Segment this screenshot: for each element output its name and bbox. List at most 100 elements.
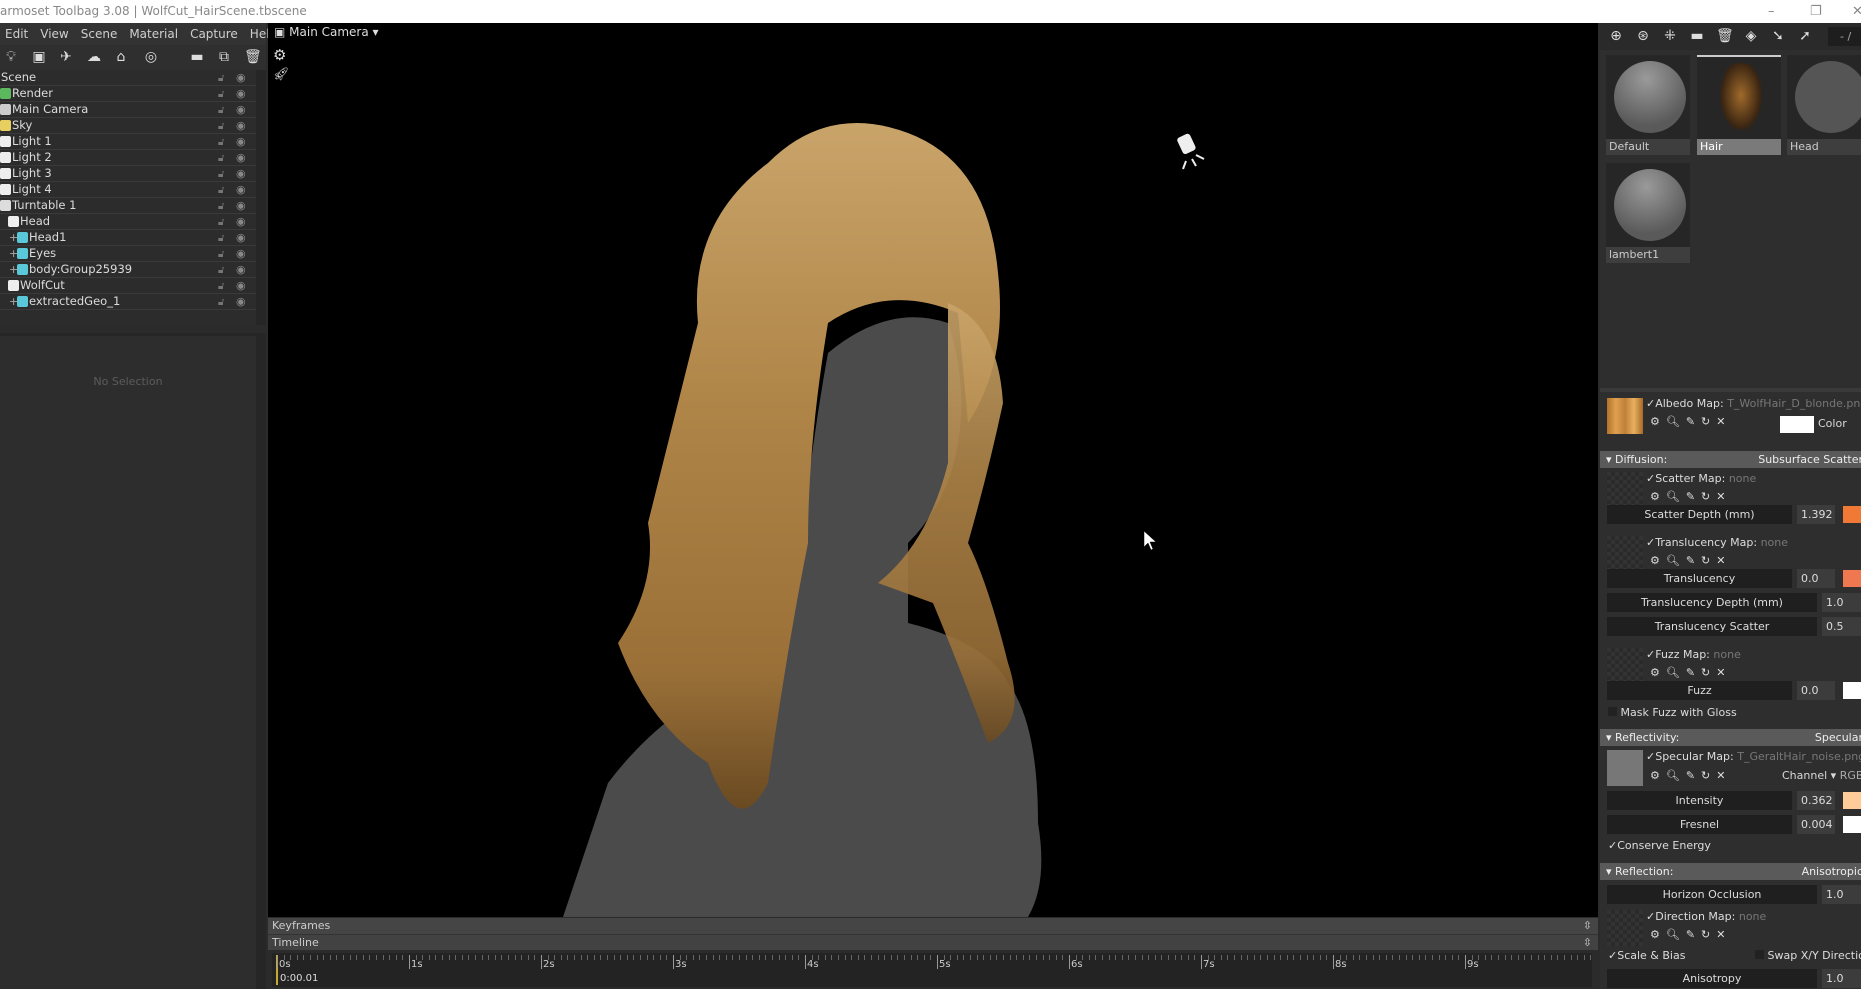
- translucency-map-tools[interactable]: ⚙🔍︎✎↻✕: [1650, 554, 1731, 567]
- visibility-eye-icon[interactable]: ◉: [236, 198, 246, 213]
- scale-bias-checkbox[interactable]: ✓Scale & Bias: [1608, 949, 1685, 962]
- reflection-header[interactable]: ▾ Reflection: Anisotropic: [1600, 863, 1861, 880]
- translucency-color-swatch[interactable]: [1843, 570, 1861, 587]
- direction-map-tools[interactable]: ⚙🔍︎✎↻✕: [1650, 928, 1731, 941]
- tree-item-eyes[interactable]: + Eyes 🔓︎ ◉: [0, 246, 256, 262]
- menu-scene[interactable]: Scene: [76, 27, 125, 41]
- minimize-button[interactable]: –: [1768, 0, 1775, 23]
- channel-dropdown[interactable]: Channel ▾ RGB: [1782, 769, 1861, 782]
- horizon-occlusion-value[interactable]: 1.0: [1822, 885, 1861, 904]
- viewport-tool-icon[interactable]: 🚀︎: [273, 67, 290, 82]
- material-lambert1[interactable]: lambert1: [1606, 163, 1690, 263]
- tree-item-sky[interactable]: Sky 🔓︎ ◉: [0, 118, 256, 134]
- tree-item-light-2[interactable]: Light 2 🔓︎ ◉: [0, 150, 256, 166]
- material-hair[interactable]: Hair: [1697, 55, 1781, 155]
- add-light-icon[interactable]: 💡︎: [3, 49, 19, 65]
- intensity-color-swatch[interactable]: [1843, 792, 1861, 809]
- menu-edit[interactable]: Edit: [0, 27, 35, 41]
- translucency-depth-slider[interactable]: Translucency Depth (mm): [1607, 593, 1817, 612]
- lock-icon[interactable]: 🔓︎: [218, 279, 224, 294]
- restore-button[interactable]: ❐: [1810, 0, 1822, 23]
- visibility-eye-icon[interactable]: ◉: [236, 102, 246, 117]
- lock-icon[interactable]: 🔓︎: [218, 183, 224, 198]
- assign-material-icon[interactable]: ◈: [1743, 28, 1759, 44]
- fuzz-value[interactable]: 0.0: [1797, 681, 1835, 700]
- material-head[interactable]: Head: [1787, 55, 1861, 155]
- translucency-depth-value[interactable]: 1.0: [1822, 593, 1861, 612]
- menu-capture[interactable]: Capture: [185, 27, 245, 41]
- tree-item-render[interactable]: Render 🔓︎ ◉: [0, 86, 256, 102]
- visibility-eye-icon[interactable]: ◉: [236, 278, 246, 293]
- visibility-eye-icon[interactable]: ◉: [236, 70, 246, 85]
- visibility-eye-icon[interactable]: ◉: [236, 246, 246, 261]
- horizon-occlusion-slider[interactable]: Horizon Occlusion: [1607, 885, 1817, 904]
- duplicate-icon[interactable]: ⧉: [216, 49, 232, 65]
- viewport-settings-icon[interactable]: ⚙: [273, 46, 286, 64]
- intensity-value[interactable]: 0.362: [1797, 791, 1835, 810]
- visibility-eye-icon[interactable]: ◉: [236, 166, 246, 181]
- tree-item-body-group25939[interactable]: + body:Group25939 🔓︎ ◉: [0, 262, 256, 278]
- visibility-eye-icon[interactable]: ◉: [236, 294, 246, 309]
- fuzz-map-thumbnail[interactable]: [1607, 648, 1643, 684]
- new-material-icon[interactable]: ⊕: [1608, 28, 1624, 44]
- diffusion-header[interactable]: ▾ Diffusion: Subsurface Scatter: [1600, 451, 1861, 468]
- swap-xy-checkbox[interactable]: Swap X/Y Direction: [1755, 949, 1861, 962]
- tree-item-head[interactable]: Head 🔓︎ ◉: [0, 214, 256, 230]
- albedo-map-tools[interactable]: ⚙🔍︎✎↻✕: [1650, 415, 1731, 428]
- lock-icon[interactable]: 🔓︎: [218, 295, 224, 310]
- panel-divider[interactable]: [1600, 388, 1861, 392]
- visibility-eye-icon[interactable]: ◉: [236, 230, 246, 245]
- lock-icon[interactable]: 🔓︎: [218, 87, 224, 102]
- visibility-eye-icon[interactable]: ◉: [236, 134, 246, 149]
- scatter-map-thumbnail[interactable]: [1607, 472, 1643, 508]
- lock-icon[interactable]: 🔓︎: [218, 263, 224, 278]
- albedo-thumbnail[interactable]: [1607, 398, 1643, 434]
- lock-icon[interactable]: 🔓︎: [218, 71, 224, 86]
- scene-tree-scrollbar[interactable]: [256, 70, 266, 325]
- translucency-slider[interactable]: Translucency: [1607, 569, 1792, 588]
- material-page-field[interactable]: - /: [1828, 27, 1861, 46]
- translucency-map-thumbnail[interactable]: [1607, 536, 1643, 572]
- reflectivity-mode-dropdown[interactable]: Specular: [1815, 729, 1861, 746]
- collapse-timeline-icon[interactable]: ⇳: [1583, 935, 1592, 951]
- checker-icon[interactable]: ⁜: [1662, 28, 1678, 44]
- timeline-ruler[interactable]: 0:00.01 0s 1s 2s 3s 4s 5s 6s 7s 8s 9s: [272, 953, 1592, 987]
- specular-map-thumbnail[interactable]: [1607, 750, 1643, 786]
- tree-item-scene[interactable]: Scene 🔓︎ ◉: [0, 70, 256, 86]
- fresnel-value[interactable]: 0.004: [1797, 815, 1835, 834]
- lock-icon[interactable]: 🔓︎: [218, 167, 224, 182]
- menu-view[interactable]: View: [35, 27, 75, 41]
- anisotropy-slider[interactable]: Anisotropy: [1607, 969, 1817, 988]
- expand-keyframes-icon[interactable]: ⇳: [1583, 918, 1592, 934]
- selection-panel-scrollbar[interactable]: [256, 333, 266, 989]
- delete-icon[interactable]: 🗑︎: [244, 49, 262, 65]
- import-material-icon[interactable]: ➘: [1770, 28, 1786, 44]
- conserve-energy-checkbox[interactable]: ✓Conserve Energy: [1608, 839, 1711, 852]
- scatter-color-swatch[interactable]: [1843, 506, 1861, 523]
- translucency-scatter-value[interactable]: 0.5: [1822, 617, 1861, 636]
- tree-item-light-3[interactable]: Light 3 🔓︎ ◉: [0, 166, 256, 182]
- lock-icon[interactable]: 🔓︎: [218, 215, 224, 230]
- folder-icon[interactable]: ▬: [1689, 28, 1705, 44]
- add-turntable-icon[interactable]: ◎: [143, 49, 159, 65]
- lock-icon[interactable]: 🔓︎: [218, 151, 224, 166]
- scatter-depth-slider[interactable]: Scatter Depth (mm): [1607, 505, 1792, 524]
- tree-item-turntable-1[interactable]: Turntable 1 🔓︎ ◉: [0, 198, 256, 214]
- fresnel-slider[interactable]: Fresnel: [1607, 815, 1792, 834]
- tree-item-wolfcut[interactable]: WolfCut 🔓︎ ◉: [0, 278, 256, 294]
- albedo-color-swatch[interactable]: [1780, 416, 1814, 433]
- lock-icon[interactable]: 🔓︎: [218, 119, 224, 134]
- fuzz-map-tools[interactable]: ⚙🔍︎✎↻✕: [1650, 666, 1731, 679]
- visibility-eye-icon[interactable]: ◉: [236, 86, 246, 101]
- reflectivity-header[interactable]: ▾ Reflectivity: Specular: [1600, 729, 1861, 746]
- duplicate-material-icon[interactable]: ⊛: [1635, 28, 1651, 44]
- tree-item-main-camera[interactable]: Main Camera 🔓︎ ◉: [0, 102, 256, 118]
- visibility-eye-icon[interactable]: ◉: [236, 150, 246, 165]
- tree-item-extractedgeo-1[interactable]: + extractedGeo_1 🔓︎ ◉: [0, 294, 256, 310]
- fresnel-color-swatch[interactable]: [1843, 816, 1861, 833]
- lock-icon[interactable]: 🔓︎: [218, 247, 224, 262]
- menu-material[interactable]: Material: [124, 27, 185, 41]
- fuzz-slider[interactable]: Fuzz: [1607, 681, 1792, 700]
- visibility-eye-icon[interactable]: ◉: [236, 118, 246, 133]
- translucency-scatter-slider[interactable]: Translucency Scatter: [1607, 617, 1817, 636]
